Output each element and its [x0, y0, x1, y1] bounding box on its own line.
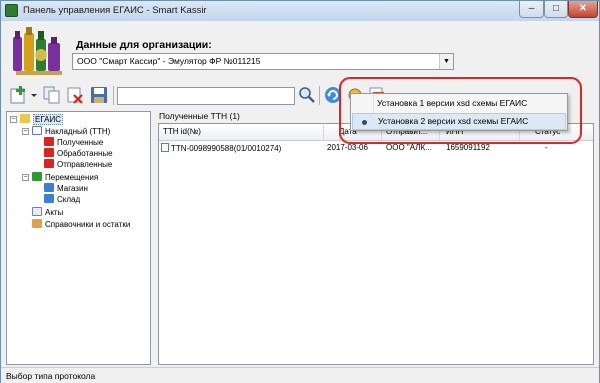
shop-icon	[44, 183, 54, 192]
save-icon[interactable]	[89, 85, 109, 105]
menu-item-label: Установка 1 версии xsd схемы ЕГАИС	[377, 98, 528, 108]
radio-selected-icon	[362, 120, 367, 125]
table-row[interactable]: TTN-0098990588(01/0010274) 2017-03-06 ОО…	[159, 142, 593, 154]
egais-logo-icon	[13, 27, 62, 75]
tree-node-invoices[interactable]: Накладный (ТТН)	[32, 126, 110, 137]
received-icon	[44, 137, 54, 146]
tree-node-label: Справочники и остатки	[45, 220, 131, 229]
tree-node-label: Полученные	[57, 138, 104, 147]
column-header-id[interactable]: ТТН id(№)	[163, 127, 201, 136]
processed-icon	[44, 148, 54, 157]
collapse-toggle[interactable]: −	[22, 174, 29, 181]
tree-node-root[interactable]: ЕГАИС	[20, 114, 63, 125]
app-window: Панель управления ЕГАИС - Smart Kassir –…	[0, 0, 600, 383]
sent-icon	[44, 159, 54, 168]
cell-date: 2017-03-06	[327, 143, 368, 152]
tree-node-label: Отправленные	[57, 160, 113, 169]
book-icon	[32, 219, 42, 228]
org-label: Данные для организации:	[76, 39, 212, 51]
cell-inn: 1659091192	[446, 143, 490, 152]
panel-caption: Полученные ТТН (1)	[159, 111, 240, 121]
window-title: Панель управления ЕГАИС - Smart Kassir	[23, 5, 207, 16]
collapse-toggle[interactable]: −	[10, 116, 17, 123]
tree-node-label: Склад	[57, 195, 81, 204]
tree-node-label: Магазин	[57, 184, 88, 193]
transfer-icon	[32, 172, 42, 181]
column-separator[interactable]	[323, 125, 324, 140]
org-select[interactable]: ООО "Смарт Кассир" - Эмулятор ФР №011215…	[72, 53, 454, 70]
menu-item-xsd-v1[interactable]: Установка 1 версии xsd схемы ЕГАИС	[352, 95, 566, 112]
close-button[interactable]: ✕	[568, 1, 598, 18]
tree-node-transfers[interactable]: Перемещения	[32, 172, 98, 183]
search-icon[interactable]	[297, 85, 317, 105]
tree-node-received[interactable]: Полученные	[44, 137, 103, 148]
documents-panel: Полученные ТТН (1) ТТН id(№) Дата Отправ…	[154, 111, 596, 365]
cell-status: -	[545, 143, 548, 152]
chevron-down-icon[interactable]: ▼	[439, 54, 453, 69]
menu-item-xsd-v2[interactable]: Установка 2 версии xsd схемы ЕГАИС	[352, 113, 566, 130]
app-icon	[5, 4, 18, 17]
refresh-icon[interactable]	[323, 85, 343, 105]
document-icon	[161, 143, 169, 152]
tree-node-label: Перемещения	[45, 173, 99, 182]
delete-icon[interactable]	[65, 85, 85, 105]
document-icon	[32, 126, 42, 135]
status-bar: Выбор типа протокола	[1, 367, 599, 383]
acts-icon	[32, 207, 42, 216]
toolbar-separator	[319, 86, 320, 105]
documents-table[interactable]: ТТН id(№) Дата Отправит... ИНН Статус TT…	[158, 123, 594, 365]
tree-node-label: Накладный (ТТН)	[45, 127, 111, 136]
maximize-button[interactable]: □	[544, 1, 568, 18]
cell-id: TTN-0098990588(01/0010274)	[161, 143, 281, 153]
menu-item-label: Установка 2 версии xsd схемы ЕГАИС	[378, 116, 529, 126]
tree-node-label: ЕГАИС	[33, 114, 63, 125]
minimize-button[interactable]: –	[519, 1, 544, 18]
navigation-tree[interactable]: − ЕГАИС − Накладный (ТТН) Полученные Обр…	[6, 111, 151, 365]
cell-id-text: TTN-0098990588(01/0010274)	[171, 144, 282, 153]
tree-node-label: Акты	[45, 208, 64, 217]
cell-sender: ООО "АЛК...	[386, 143, 432, 152]
status-text: Выбор типа протокола	[6, 371, 96, 381]
tree-node-label: Обработанные	[57, 149, 113, 158]
copy-icon[interactable]	[42, 85, 62, 105]
org-header: Данные для организации: ООО "Смарт Касси…	[1, 21, 599, 79]
dropdown-arrow-icon[interactable]	[30, 85, 38, 105]
egais-icon	[20, 114, 30, 123]
title-bar[interactable]: Панель управления ЕГАИС - Smart Kassir –…	[1, 1, 599, 21]
warehouse-icon	[44, 194, 54, 203]
protocol-context-menu[interactable]: Установка 1 версии xsd схемы ЕГАИС Устан…	[350, 93, 568, 131]
tree-node-references[interactable]: Справочники и остатки	[32, 219, 130, 230]
add-icon[interactable]	[9, 85, 29, 105]
tree-node-acts[interactable]: Акты	[32, 207, 63, 218]
tree-node-shop[interactable]: Магазин	[44, 183, 88, 194]
tree-node-processed[interactable]: Обработанные	[44, 148, 113, 159]
tree-node-warehouse[interactable]: Склад	[44, 194, 80, 205]
search-input[interactable]	[117, 87, 295, 105]
tree-node-sent[interactable]: Отправленные	[44, 159, 112, 170]
collapse-toggle[interactable]: −	[22, 128, 29, 135]
org-select-value: ООО "Смарт Кассир" - Эмулятор ФР №011215	[77, 56, 261, 66]
toolbar-separator	[113, 86, 114, 105]
